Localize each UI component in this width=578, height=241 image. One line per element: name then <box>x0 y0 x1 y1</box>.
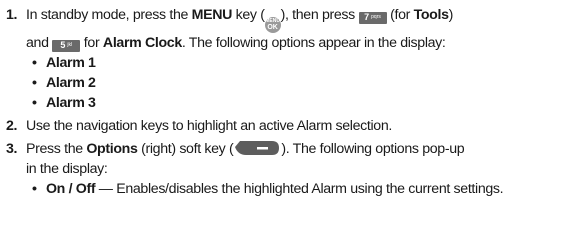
step-text: ). The following options pop-up <box>281 141 465 157</box>
step-1: 1. In standby mode, press the MENU key (… <box>6 5 574 113</box>
alarm-3-option: Alarm 3 <box>46 95 96 111</box>
alarm-options-list: • Alarm 1 • Alarm 2 • Alarm 3 <box>26 53 574 113</box>
tools-label: Tools <box>413 7 449 23</box>
step-number: 2. <box>6 118 18 134</box>
bullet-dot: • <box>32 55 37 71</box>
list-item: • On / Off — Enables/disables the highlig… <box>32 179 574 199</box>
key-letters: pqrs <box>371 14 381 20</box>
list-item: • Alarm 2 <box>32 73 574 93</box>
instruction-page: 1. In standby mode, press the MENU key (… <box>0 0 578 241</box>
step-line: and 5 jkl for Alarm Clock. The following … <box>26 33 574 53</box>
alarm-1-option: Alarm 1 <box>46 55 96 71</box>
list-item: • Alarm 1 <box>32 53 574 73</box>
on-off-label: On / Off <box>46 181 96 197</box>
step-text: In standby mode, press the <box>26 7 192 23</box>
menu-key-name: MENU <box>191 7 233 23</box>
bullet-dot: • <box>32 75 37 91</box>
key-digit: 5 <box>60 40 66 50</box>
step-text: Press the <box>26 141 87 157</box>
step-text: . The following options appear in the di… <box>181 35 446 51</box>
popup-options-list: • On / Off — Enables/disables the highlig… <box>26 179 574 199</box>
list-item: • Alarm 3 <box>32 93 574 113</box>
step-text: ) <box>448 7 454 23</box>
step-text: (for <box>386 7 414 23</box>
on-off-description: — Enables/disables the highlighted Alarm… <box>95 181 504 197</box>
right-soft-key-icon <box>235 141 280 155</box>
key-5-icon: 5 jkl <box>52 39 81 52</box>
step-body: Press the Options (right) soft key ( ). … <box>26 139 574 199</box>
step-2: 2. Use the navigation keys to highlight … <box>6 116 574 136</box>
step-line: In standby mode, press the MENU key (MEN… <box>26 5 574 33</box>
step-text: (right) soft key ( <box>137 141 234 157</box>
on-off-option: On / Off — Enables/disables the highligh… <box>46 179 504 199</box>
step-number: 1. <box>6 7 18 23</box>
ok-key-label: OK <box>267 24 278 31</box>
step-3: 3. Press the Options (right) soft key ( … <box>6 139 574 199</box>
step-text: key ( <box>232 7 265 23</box>
alarm-2-option: Alarm 2 <box>46 75 96 91</box>
step-text: for <box>80 35 103 51</box>
menu-ok-key-icon: MENU OK <box>264 17 281 33</box>
bullet-dot: • <box>32 181 37 197</box>
step-line: in the display: <box>26 161 108 177</box>
key-letters: jkl <box>67 42 73 48</box>
step-text: ), then press <box>280 7 359 23</box>
step-body: In standby mode, press the MENU key (MEN… <box>26 5 574 113</box>
step-body: Use the navigation keys to highlight an … <box>26 118 392 134</box>
step-number: 3. <box>6 141 18 157</box>
step-line: Press the Options (right) soft key ( ). … <box>26 139 574 159</box>
key-7-icon: 7 pqrs <box>358 11 387 24</box>
key-digit: 7 <box>364 12 370 22</box>
bullet-dot: • <box>32 95 37 111</box>
alarm-clock-label: Alarm Clock <box>102 35 182 51</box>
options-key-name: Options <box>86 141 138 157</box>
step-text: and <box>26 35 53 51</box>
